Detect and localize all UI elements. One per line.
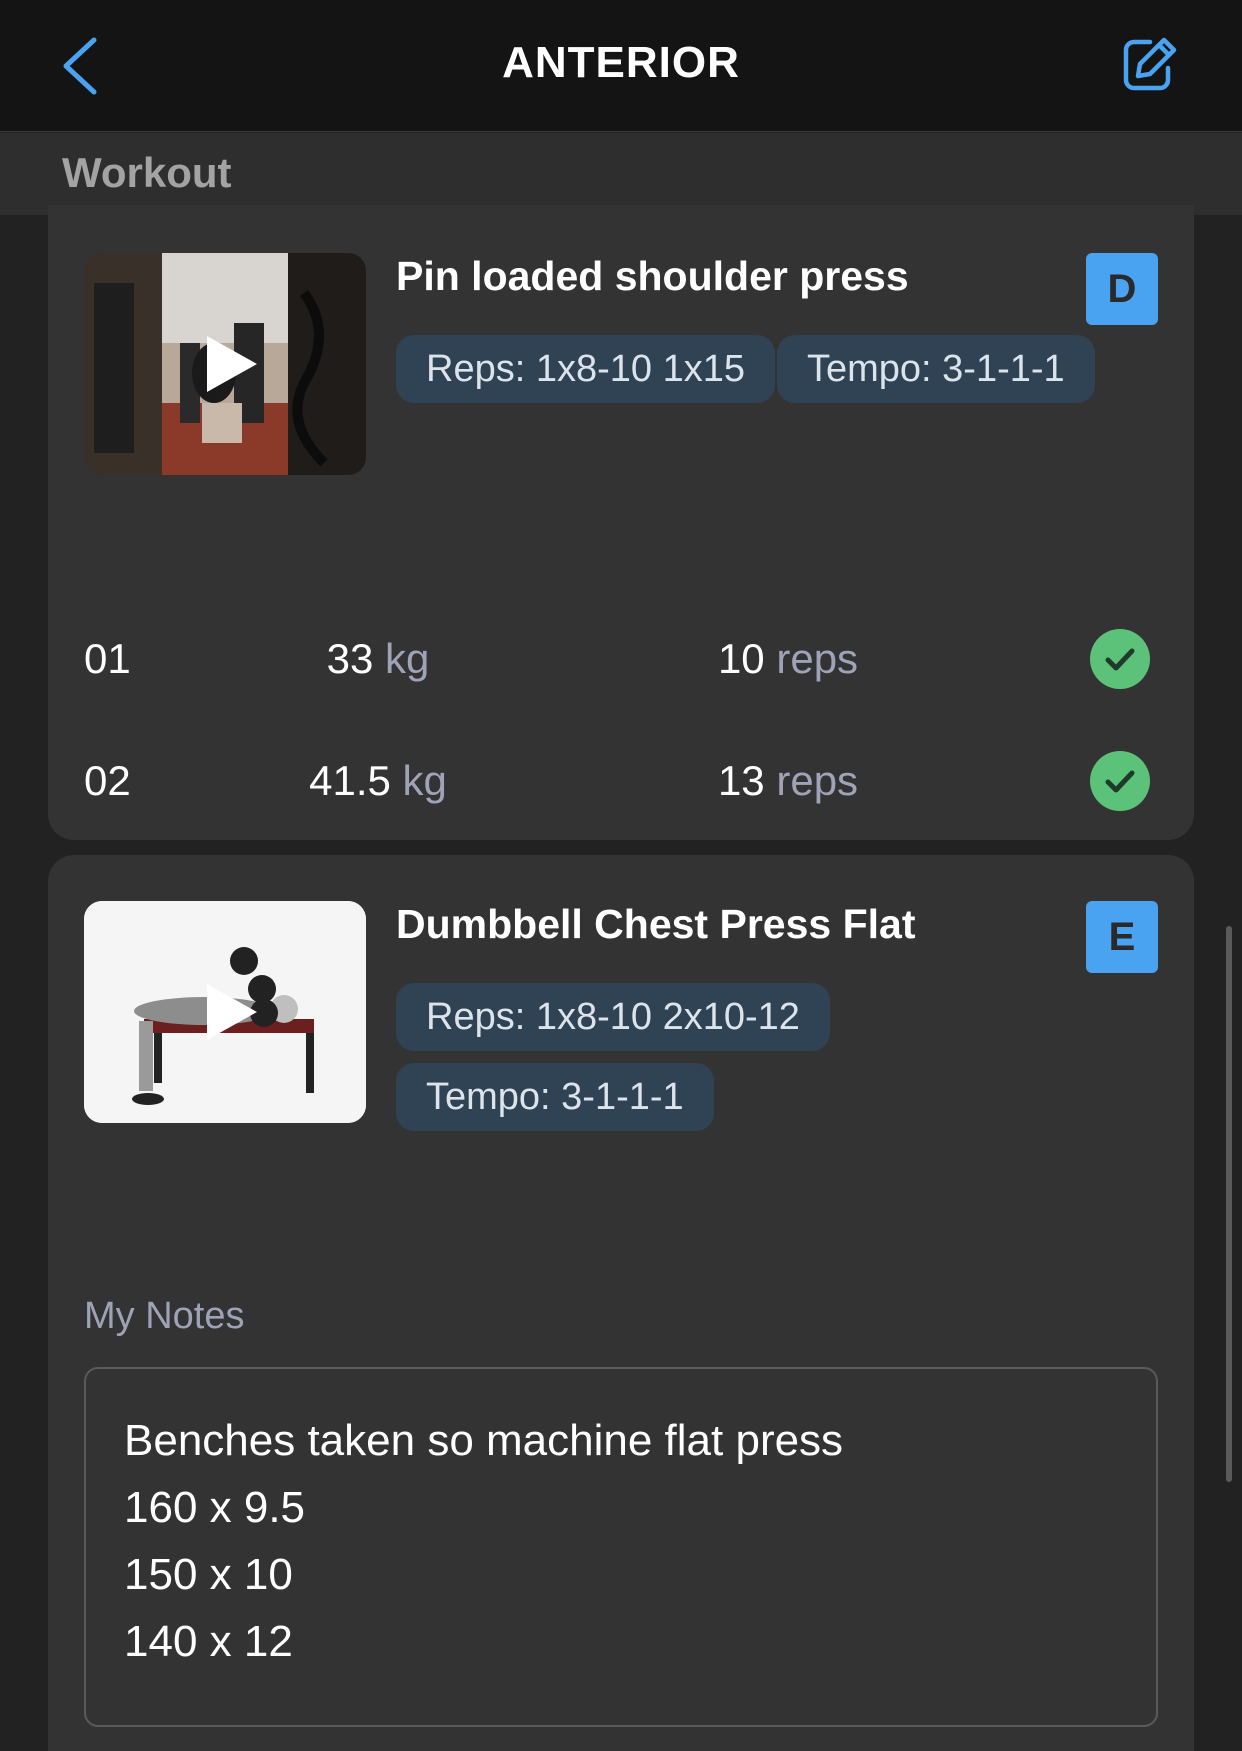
exercise-video-thumbnail[interactable] (84, 901, 366, 1123)
set-complete-check[interactable] (1090, 751, 1150, 811)
check-icon (1105, 648, 1135, 671)
exercise-video-thumbnail[interactable] (84, 253, 366, 475)
exercise-card: Dumbbell Chest Press Flat E Reps: 1x8-10… (48, 855, 1194, 1751)
set-complete-check[interactable] (1090, 629, 1150, 689)
reps-pill: Reps: 1x8-10 2x10-12 (396, 983, 830, 1051)
edit-icon (1123, 37, 1177, 91)
check-icon (1105, 770, 1135, 793)
section-label: Workout (62, 149, 232, 196)
set-row: 02 41.5 kg 13 reps (48, 745, 1194, 825)
tempo-pill: Tempo: 3-1-1-1 (777, 335, 1095, 403)
notes-line: Benches taken so machine flat press (124, 1416, 844, 1465)
set-reps: 13 reps (717, 757, 859, 804)
notes-label: My Notes (84, 1295, 245, 1337)
notes-textarea[interactable]: Benches taken so machine flat press 160 … (84, 1367, 1158, 1727)
play-icon (207, 984, 257, 1040)
exercise-badge: D (1086, 253, 1158, 325)
page-title: ANTERIOR (502, 38, 740, 87)
set-number: 02 (84, 757, 131, 804)
top-bar: ANTERIOR (0, 0, 1242, 132)
tempo-pill: Tempo: 3-1-1-1 (396, 1063, 714, 1131)
notes-line: 160 x 9.5 (124, 1483, 306, 1532)
set-weight: 33 kg (326, 635, 430, 682)
exercise-card: Pin loaded shoulder press D Reps: 1x8-10… (48, 205, 1194, 840)
set-weight: 41.5 kg (309, 757, 447, 804)
notes-line: 150 x 10 (124, 1550, 293, 1599)
section-header: Workout (0, 133, 1242, 215)
reps-pill: Reps: 1x8-10 1x15 (396, 335, 775, 403)
exercise-name: Pin loaded shoulder press (396, 253, 909, 299)
set-row: 01 33 kg 10 reps (48, 623, 1194, 703)
notes-line: 140 x 12 (124, 1617, 293, 1666)
edit-button[interactable] (1120, 34, 1180, 94)
set-number: 01 (84, 635, 131, 682)
exercise-name: Dumbbell Chest Press Flat (396, 901, 916, 947)
play-icon (207, 336, 257, 392)
exercise-badge: E (1086, 901, 1158, 973)
set-reps: 10 reps (717, 635, 859, 682)
scrollbar[interactable] (1226, 926, 1232, 1482)
